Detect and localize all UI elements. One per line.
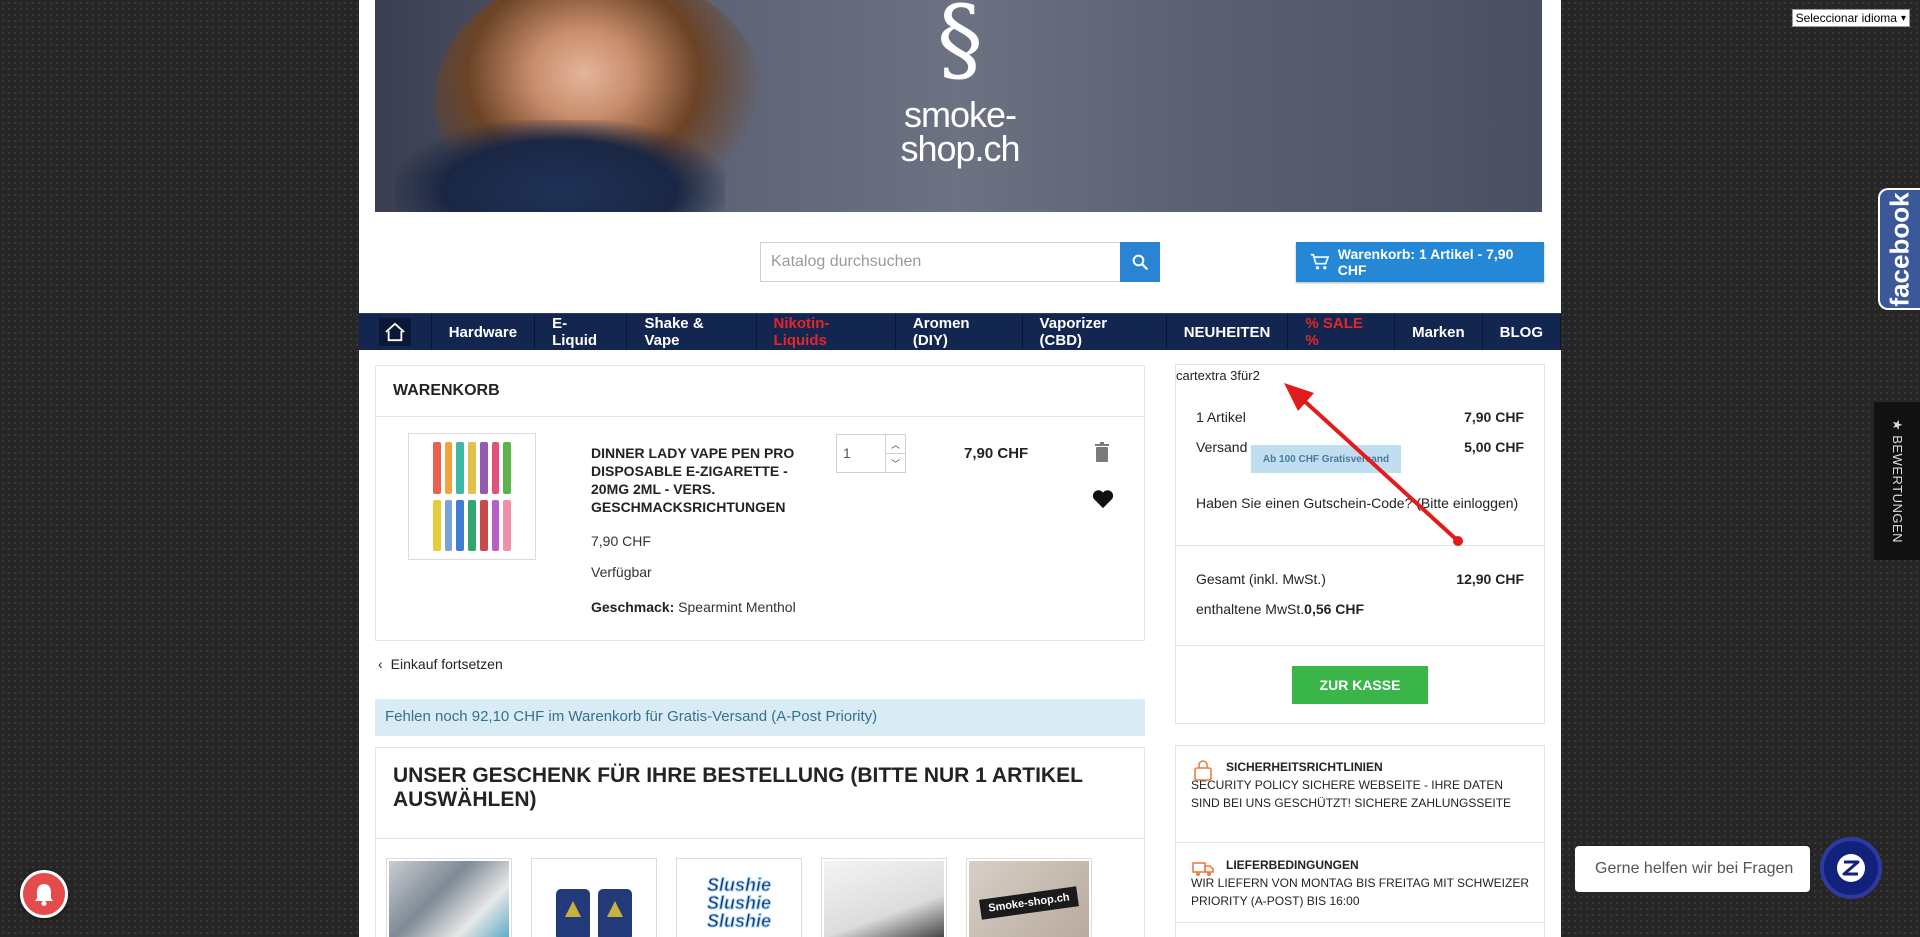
line-total: 7,90 CHF bbox=[964, 445, 1029, 462]
trash-icon[interactable] bbox=[1094, 442, 1110, 462]
nav-item-sale[interactable]: % SALE % bbox=[1288, 314, 1396, 350]
gift-panel: UNSER GESCHENK FÜR IHRE BESTELLUNG (BITT… bbox=[375, 747, 1145, 937]
gift-title: UNSER GESCHENK FÜR IHRE BESTELLUNG (BITT… bbox=[393, 764, 1083, 811]
nav-item-marken[interactable]: Marken bbox=[1395, 314, 1483, 350]
search-icon bbox=[1132, 254, 1148, 270]
nav-home[interactable] bbox=[359, 314, 432, 350]
cart-button[interactable]: Warenkorb: 1 Artikel - 7,90 CHF bbox=[1296, 242, 1544, 282]
summary-tax-row: enthaltene MwSt. 0,56 CHF bbox=[1196, 601, 1365, 617]
nav-item-shake-vape[interactable]: Shake & Vape bbox=[627, 314, 757, 350]
gift-image-case bbox=[824, 861, 944, 937]
lock-icon bbox=[1194, 760, 1212, 781]
chat-icon bbox=[1837, 854, 1865, 882]
gift-image-box bbox=[556, 889, 632, 937]
gift-item[interactable] bbox=[386, 858, 512, 937]
bell-icon bbox=[35, 884, 53, 906]
nav-item-blog[interactable]: BLOG bbox=[1483, 314, 1561, 350]
checkout-button[interactable]: ZUR KASSE bbox=[1292, 666, 1428, 704]
nav-item-hardware[interactable]: Hardware bbox=[432, 314, 536, 350]
facebook-tab[interactable]: facebook bbox=[1878, 188, 1920, 310]
cart-title: WARENKORB bbox=[393, 382, 500, 399]
home-icon bbox=[385, 322, 405, 342]
divider bbox=[1176, 842, 1544, 843]
notification-bell-button[interactable] bbox=[20, 870, 68, 918]
chevron-up-icon: ︿ bbox=[890, 440, 900, 451]
heart-icon[interactable] bbox=[1092, 489, 1114, 509]
product-availability: Verfügbar bbox=[591, 564, 652, 580]
search-input[interactable]: Katalog durchsuchen bbox=[760, 242, 1160, 282]
nav-item-aromen[interactable]: Aromen (DIY) bbox=[896, 314, 1023, 350]
divider bbox=[376, 838, 1144, 839]
chat-button[interactable] bbox=[1820, 837, 1882, 899]
banner-photo-jacket bbox=[395, 120, 725, 212]
reassurance-item-security: SICHERHEITSRICHTLINIEN SECURITY POLICY S… bbox=[1191, 760, 1512, 810]
nav-item-e-liquid[interactable]: E-Liquid bbox=[535, 314, 628, 350]
reassurance-panel: SICHERHEITSRICHTLINIEN SECURITY POLICY S… bbox=[1175, 745, 1545, 937]
nav-item-nikotin-liquids[interactable]: Nikotin-Liquids bbox=[757, 314, 896, 350]
truck-icon bbox=[1192, 862, 1214, 876]
reassurance-item-delivery: LIEFERBEDINGUNGEN WIR LIEFERN VON MONTAG… bbox=[1191, 858, 1530, 908]
header-banner[interactable]: § smoke- shop.ch bbox=[375, 0, 1542, 212]
product-image[interactable] bbox=[408, 433, 536, 560]
cartextra-label: cartextra 3für2 bbox=[1176, 368, 1260, 383]
quantity-up-button[interactable]: ︿ bbox=[886, 434, 906, 454]
search-button[interactable] bbox=[1120, 242, 1160, 282]
quantity-input[interactable]: 1 bbox=[836, 434, 886, 473]
chevron-down-icon: ﹀ bbox=[890, 459, 900, 470]
logo-icon: § bbox=[937, 0, 983, 93]
chevron-left-icon: ‹ bbox=[378, 656, 383, 672]
quantity-down-button[interactable]: ﹀ bbox=[886, 454, 906, 473]
product-attribute: Geschmack: Spearmint Menthol bbox=[591, 599, 796, 615]
divider bbox=[1176, 645, 1544, 646]
nav-item-neuheiten[interactable]: NEUHEITEN bbox=[1167, 314, 1289, 350]
summary-total-row: Gesamt (inkl. MwSt.) 12,90 CHF bbox=[1196, 571, 1524, 587]
quantity-stepper: 1 ︿ ﹀ bbox=[836, 434, 906, 473]
gift-image-flyer bbox=[389, 861, 509, 937]
main-nav: Hardware E-Liquid Shake & Vape Nikotin-L… bbox=[359, 313, 1561, 350]
gift-item[interactable]: Slushie Slushie Slushie bbox=[676, 858, 802, 937]
divider bbox=[1176, 922, 1544, 923]
nav-item-vaporizer[interactable]: Vaporizer (CBD) bbox=[1023, 314, 1167, 350]
gift-item[interactable] bbox=[821, 858, 947, 937]
free-shipping-notice: Fehlen noch 92,10 CHF im Warenkorb für G… bbox=[375, 699, 1145, 736]
product-name[interactable]: DINNER LADY VAPE PEN PRO DISPOSABLE E-ZI… bbox=[591, 444, 801, 516]
shop-logo[interactable]: smoke- shop.ch bbox=[890, 97, 1030, 167]
gift-item[interactable]: Smoke-shop.ch bbox=[966, 858, 1092, 937]
shopping-cart-icon bbox=[1310, 253, 1330, 270]
cart-panel: WARENKORB DINNER LADY VAPE PEN PRO DISPO… bbox=[375, 365, 1145, 641]
chat-prompt[interactable]: Gerne helfen wir bei Fragen bbox=[1575, 846, 1810, 892]
product-price: 7,90 CHF bbox=[591, 533, 651, 549]
gift-item[interactable] bbox=[531, 858, 657, 937]
divider bbox=[376, 416, 1144, 417]
chevron-down-icon: ▾ bbox=[1900, 12, 1906, 24]
continue-shopping-link[interactable]: ‹ Einkauf fortsetzen bbox=[378, 656, 503, 672]
annotation-arrow bbox=[1284, 383, 1463, 546]
language-select[interactable]: Seleccionar idioma ▾ bbox=[1791, 9, 1910, 27]
reviews-tab[interactable]: ★ BEWERTUNGEN bbox=[1874, 402, 1920, 560]
